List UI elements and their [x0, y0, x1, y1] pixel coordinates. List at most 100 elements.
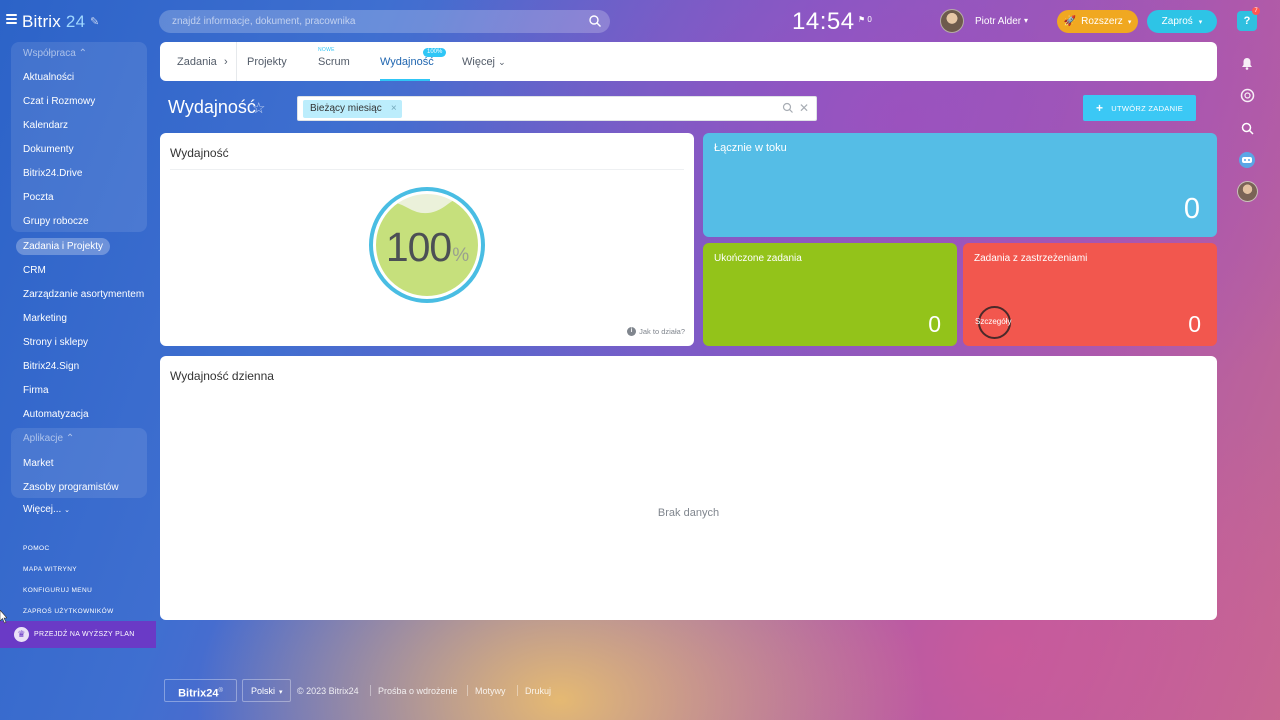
create-task-button[interactable]: + UTWÓRZ ZADANIE	[1083, 95, 1196, 121]
group-title-label: Współpraca	[23, 48, 76, 59]
chevron-up-icon: ⌃	[78, 48, 87, 59]
sidebar-item-drive[interactable]: Bitrix24.Drive	[23, 166, 82, 182]
group-title-label: Aplikacje	[23, 433, 64, 444]
clear-filter-icon[interactable]: ✕	[799, 101, 809, 115]
how-it-works-label: Jak to działa?	[639, 327, 685, 336]
chevron-down-icon[interactable]: ▾	[1024, 16, 1028, 25]
footer-link-themes[interactable]: Motywy	[475, 686, 506, 696]
sidebar-item-mail[interactable]: Poczta	[23, 190, 54, 206]
sidebar-item-news[interactable]: Aktualności	[23, 70, 74, 86]
chevron-down-icon: ▾	[279, 689, 283, 696]
footer-link-print[interactable]: Drukuj	[525, 686, 551, 696]
star-icon[interactable]: ☆	[252, 99, 265, 117]
bell-icon[interactable]	[1237, 53, 1257, 73]
sidebar-item-company[interactable]: Firma	[23, 383, 49, 399]
plus-icon: +	[1095, 101, 1104, 115]
tab-scrum[interactable]: Scrum	[318, 56, 350, 68]
sidebar-item-workgroups[interactable]: Grupy robocze	[23, 214, 89, 230]
rocket-icon: 🚀	[1063, 16, 1077, 27]
chevron-right-icon: ›	[224, 56, 228, 68]
filter-search[interactable]: Bieżący miesiąc × ✕	[297, 96, 817, 121]
footer-link-implementation[interactable]: Prośba o wdrożenie	[378, 686, 458, 696]
link-configure-menu[interactable]: KONFIGURUJ MENU	[23, 587, 92, 594]
tab-tasks[interactable]: Zadania	[177, 56, 217, 68]
chevron-up-icon: ⌃	[65, 433, 75, 444]
left-sidebar: Współpraca ⌃ Aktualności Czat i Rozmowy …	[0, 42, 158, 720]
footer-logo[interactable]: Bitrix24®	[164, 679, 237, 702]
rail-user-avatar[interactable]	[1237, 181, 1258, 202]
sidebar-item-sites[interactable]: Strony i sklepy	[23, 335, 88, 351]
details-link[interactable]: Szczegóły	[975, 317, 1011, 326]
pencil-icon[interactable]: ✎	[90, 15, 99, 28]
user-name[interactable]: Piotr Alder	[975, 16, 1021, 27]
tab-divider	[236, 42, 237, 81]
chevron-down-icon: ⌄	[64, 507, 70, 514]
daily-title: Wydajność dzienna	[170, 369, 274, 383]
how-it-works-link[interactable]: i Jak to działa?	[627, 327, 685, 336]
flag-icon[interactable]: ⚑ 0	[858, 15, 872, 24]
sidebar-item-dev-resources[interactable]: Zasoby programistów	[23, 480, 119, 496]
flag-count: 0	[867, 15, 872, 24]
top-bar: Bitrix 24 ✎ 14:54 ⚑ 0 Piotr Alder ▾ 🚀 Ro…	[0, 0, 1280, 42]
total-label: Łącznie w toku	[714, 142, 787, 154]
search-icon[interactable]	[782, 102, 794, 114]
sidebar-item-market[interactable]: Market	[23, 456, 54, 472]
total-in-progress-card[interactable]: Łącznie w toku 0	[703, 133, 1217, 237]
link-invite-users[interactable]: ZAPROŚ UŻYTKOWNIKÓW	[23, 608, 114, 615]
efficiency-number: 100	[385, 224, 452, 270]
efficiency-value: 100%	[368, 224, 486, 271]
logo-name: Bitrix	[22, 12, 61, 31]
tasks-with-remarks-card[interactable]: Zadania z zastrzeżeniami Szczegóły 0	[963, 243, 1217, 346]
copilot-icon[interactable]	[1237, 150, 1257, 170]
chevron-down-icon: ⌄	[498, 57, 506, 67]
upgrade-button[interactable]: 🚀 Rozszerz ▾	[1057, 10, 1138, 33]
sidebar-item-tasks[interactable]: Zadania i Projekty	[16, 238, 111, 255]
search-icon[interactable]	[588, 14, 602, 28]
sidebar-item-marketing[interactable]: Marketing	[23, 311, 67, 327]
sidebar-item-sign[interactable]: Bitrix24.Sign	[23, 359, 79, 375]
crown-icon: ♛	[14, 627, 29, 642]
close-icon[interactable]: ×	[391, 100, 397, 118]
daily-efficiency-card: Wydajność dzienna Brak danych	[160, 356, 1217, 620]
tasks-tab-bar: Zadania › Projekty NOWE Scrum Wydajność …	[160, 42, 1217, 81]
logo[interactable]: Bitrix 24	[22, 12, 85, 32]
sidebar-item-chat[interactable]: Czat i Rozmowy	[23, 94, 95, 110]
filter-chip[interactable]: Bieżący miesiąc ×	[303, 100, 402, 118]
mouse-cursor-icon	[0, 610, 7, 624]
clock[interactable]: 14:54	[792, 8, 855, 36]
link-sitemap[interactable]: MAPA WITRYNY	[23, 566, 77, 573]
sidebar-item-inventory[interactable]: Zarządzanie asortymentem	[23, 287, 144, 303]
completed-tasks-card[interactable]: Ukończone zadania 0	[703, 243, 957, 346]
user-avatar[interactable]	[940, 9, 964, 33]
create-task-label: UTWÓRZ ZADANIE	[1111, 103, 1183, 113]
language-label: Polski	[251, 686, 276, 696]
upgrade-plan-button[interactable]: ♛ PRZEJDŹ NA WYŻSZY PLAN	[0, 621, 156, 648]
language-select[interactable]: Polski ▾	[242, 679, 291, 702]
invite-button[interactable]: Zaproś ▾	[1147, 10, 1217, 33]
group-title-apps[interactable]: Aplikacje ⌃	[23, 431, 74, 447]
menu-icon[interactable]	[6, 14, 17, 24]
tab-efficiency[interactable]: Wydajność	[380, 56, 434, 68]
efficiency-unit: %	[452, 245, 469, 266]
footer-divider	[517, 685, 518, 696]
tab-more[interactable]: Więcej ⌄	[462, 56, 506, 68]
tab-projects[interactable]: Projekty	[247, 56, 287, 68]
active-tab-indicator	[380, 79, 430, 81]
chevron-down-icon: ▾	[1198, 18, 1203, 26]
efficiency-card: Wydajność 100% i Jak to działa?	[160, 133, 694, 346]
chat-icon[interactable]	[1237, 85, 1257, 105]
sidebar-more[interactable]: Więcej... ⌄	[23, 502, 70, 518]
global-search	[159, 10, 610, 33]
search-input[interactable]	[159, 10, 559, 33]
sidebar-item-documents[interactable]: Dokumenty	[23, 142, 74, 158]
help-badge: 7	[1252, 7, 1260, 15]
sidebar-more-label: Więcej...	[23, 504, 62, 515]
search-icon[interactable]	[1237, 118, 1257, 138]
sidebar-item-calendar[interactable]: Kalendarz	[23, 118, 68, 134]
link-help[interactable]: POMOC	[23, 545, 50, 552]
sidebar-item-automation[interactable]: Automatyzacja	[23, 407, 89, 423]
group-title-collaboration[interactable]: Współpraca ⌃	[23, 46, 87, 62]
sidebar-item-crm[interactable]: CRM	[23, 263, 46, 279]
divider	[170, 169, 684, 170]
no-data-text: Brak danych	[657, 507, 720, 519]
